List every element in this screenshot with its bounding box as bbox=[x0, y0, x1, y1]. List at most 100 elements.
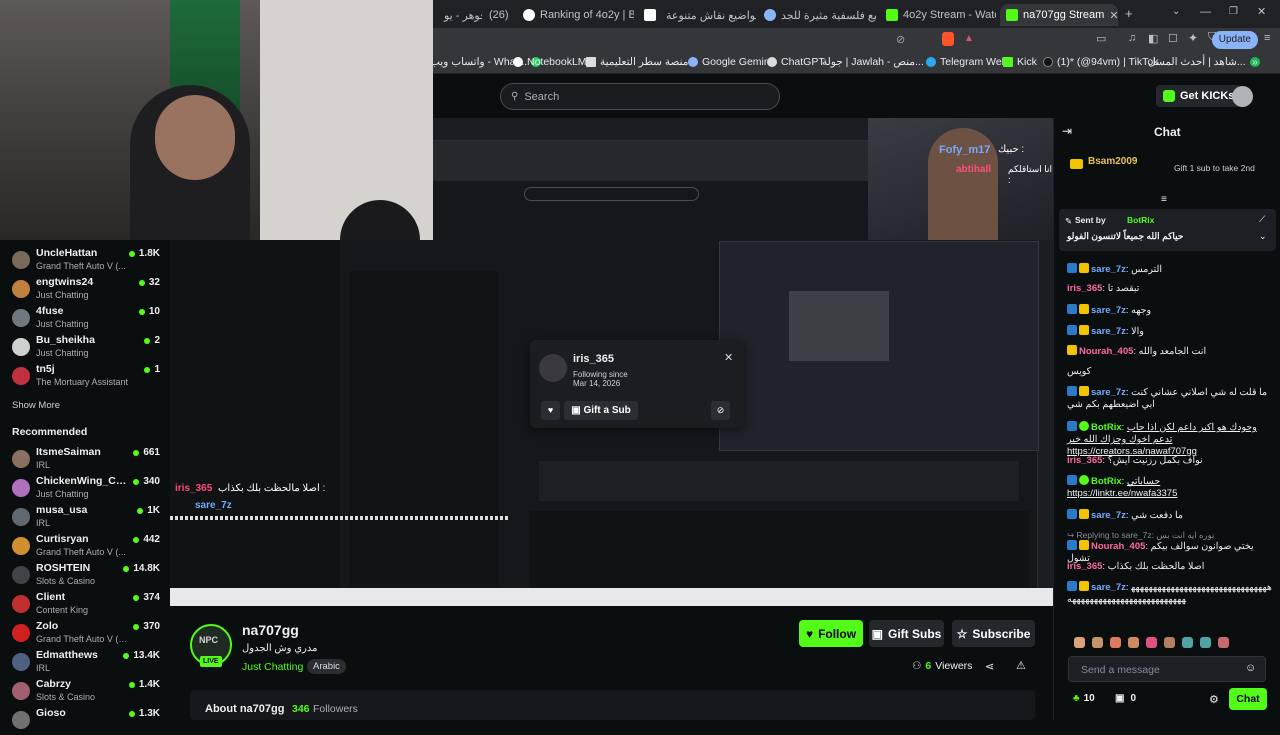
sidebar-channel[interactable]: UncleHattan Grand Theft Auto V (... 1.8K bbox=[12, 247, 164, 275]
emoji-icon[interactable]: ☺ bbox=[1245, 662, 1256, 674]
sidebar-channel[interactable]: Bu_sheikha Just Chatting 2 bbox=[12, 334, 164, 362]
minimize-icon[interactable]: — bbox=[1200, 6, 1211, 18]
close-tab-icon[interactable]: ✕ bbox=[1109, 9, 1118, 22]
heart-icon[interactable]: ♥ bbox=[541, 401, 560, 420]
category-link[interactable]: Just Chatting bbox=[242, 661, 303, 673]
brave-shield-icon[interactable] bbox=[942, 32, 954, 46]
bookmark-item[interactable]: جولة | Jawlah - منص... bbox=[822, 56, 924, 68]
browser-tab[interactable]: مواضيع فلسفية مثيرة للجد... bbox=[758, 4, 876, 26]
sidebar-channel[interactable]: 4fuse Just Chatting 10 bbox=[12, 305, 164, 333]
page-icon bbox=[586, 57, 596, 67]
update-button[interactable]: Update bbox=[1211, 31, 1258, 49]
viewers-icon: ⚇ bbox=[912, 660, 922, 672]
bookmark-item[interactable]: Telegram Web bbox=[926, 56, 1008, 68]
botrix-favicon-icon bbox=[523, 9, 535, 21]
close-window-icon[interactable]: ✕ bbox=[1257, 5, 1266, 18]
sidebar-channel[interactable]: Gioso 1.3K bbox=[12, 707, 164, 735]
chat-send-button[interactable]: Chat bbox=[1229, 688, 1267, 710]
mute-user-icon[interactable]: ⊘ bbox=[711, 401, 730, 420]
bookmark-icon[interactable]: ☐ bbox=[1168, 32, 1178, 45]
emote-icon[interactable] bbox=[1074, 637, 1085, 648]
sidebar-channel[interactable]: musa_usa IRL 1K bbox=[12, 504, 164, 532]
subscribe-button[interactable]: ☆ Subscribe bbox=[952, 620, 1035, 647]
bookmark-item[interactable]: شاهد | أحدث المسل... bbox=[1148, 56, 1260, 68]
crown-badge-icon bbox=[1079, 509, 1089, 519]
sidebar-channel[interactable]: engtwins24 Just Chatting 32 bbox=[12, 276, 164, 304]
live-dot-icon bbox=[133, 478, 140, 485]
chat-message: sare_7z: والا bbox=[1067, 325, 1272, 338]
bookmark-item[interactable]: NotebookLM bbox=[513, 56, 587, 68]
emote-icon[interactable] bbox=[1182, 637, 1193, 648]
gift-icon: ▣ bbox=[571, 405, 584, 416]
more-bookmarks-icon[interactable]: » bbox=[1252, 56, 1258, 68]
media-icon[interactable]: ▭ bbox=[1096, 32, 1106, 45]
tag-chip[interactable]: Arabic bbox=[307, 659, 346, 674]
chat-settings-icon[interactable]: ⚙ bbox=[1209, 693, 1219, 706]
sidebar-channel[interactable]: ChickenWing_Can... Just Chatting 340 bbox=[12, 475, 164, 503]
emote-icon[interactable] bbox=[1164, 637, 1175, 648]
browser-tab[interactable]: (26) bbox=[483, 4, 515, 26]
sidebar-channel[interactable]: Zolo Grand Theft Auto V (G... 370 bbox=[12, 620, 164, 648]
emote-icon[interactable] bbox=[1200, 637, 1211, 648]
gift-subs-button[interactable]: ▣ Gift Subs bbox=[869, 620, 944, 647]
bookmark-item[interactable]: ChatGPT bbox=[767, 56, 825, 68]
browser-tab[interactable]: عبادي الجوهر - يو... bbox=[438, 4, 482, 26]
gift-a-sub-button[interactable]: ▣ Gift a Sub bbox=[564, 401, 638, 420]
tab-search-icon[interactable]: ⌄ bbox=[1172, 6, 1180, 17]
unpin-icon[interactable]: ⟋ bbox=[1259, 214, 1265, 225]
browser-tab[interactable]: 4o2y Stream - Watch Live bbox=[880, 4, 996, 26]
sub-badge-icon bbox=[1067, 509, 1077, 519]
chat-message: sare_7z: وجهه bbox=[1067, 304, 1272, 317]
browser-tab-active[interactable]: na707gg Stream ✕ bbox=[1000, 4, 1118, 26]
ai-sparkle-icon[interactable]: ✦ bbox=[1188, 31, 1198, 45]
user-avatar[interactable] bbox=[1232, 86, 1253, 107]
live-dot-icon bbox=[138, 279, 145, 286]
gift-balance[interactable]: ▣ 0 bbox=[1115, 693, 1136, 704]
sidebar-channel[interactable]: Edmatthews IRL 13.4K bbox=[12, 649, 164, 677]
close-icon[interactable]: ✕ bbox=[724, 351, 733, 364]
report-icon[interactable]: ⚠ bbox=[1016, 659, 1026, 672]
kicks-balance[interactable]: ♣ 10 bbox=[1073, 693, 1095, 704]
menu-icon[interactable]: ≡ bbox=[1264, 32, 1270, 44]
kick-favicon-icon bbox=[886, 9, 898, 21]
sidebar-channel[interactable]: ItsmeSaiman IRL 661 bbox=[12, 446, 164, 474]
get-kicks-button[interactable]: Get KICKs bbox=[1156, 85, 1242, 107]
sidebar-channel[interactable]: tn5j The Mortuary Assistant 1 bbox=[12, 363, 164, 391]
emote-icon[interactable] bbox=[1110, 637, 1121, 648]
search-input[interactable]: ⚲ Search bbox=[500, 83, 780, 110]
telegram-icon bbox=[926, 57, 936, 67]
bookmark-item[interactable]: (1)* (@94vm) | TikTok bbox=[1043, 56, 1158, 68]
new-tab-icon[interactable]: + bbox=[1125, 6, 1133, 21]
browser-tab[interactable]: مواضيع نقاش متنوعة bbox=[660, 4, 756, 26]
sidebar-channel[interactable]: Client Content King 374 bbox=[12, 591, 164, 619]
maximize-icon[interactable]: ❐ bbox=[1229, 6, 1238, 17]
browser-tab[interactable] bbox=[638, 4, 658, 26]
bookmark-item[interactable]: Google Gemini bbox=[688, 56, 772, 68]
emote-icon[interactable] bbox=[1146, 637, 1157, 648]
share-icon[interactable]: ⋖ bbox=[985, 660, 994, 673]
bookmark-item[interactable]: منصة سطر التعليمية... bbox=[586, 56, 697, 68]
sidebar-channel[interactable]: ROSHTEIN Slots & Casino 14.8K bbox=[12, 562, 164, 590]
sidebar-channel[interactable]: Cabrzy Slots & Casino 1.4K bbox=[12, 678, 164, 706]
brave-rewards-icon[interactable]: ▲ bbox=[964, 33, 974, 44]
emote-icon[interactable] bbox=[1218, 637, 1229, 648]
collapse-chat-icon[interactable]: ⇥ bbox=[1062, 124, 1072, 138]
emote-icon[interactable] bbox=[1128, 637, 1139, 648]
scroll-handle-icon[interactable]: ≡ bbox=[1161, 194, 1167, 205]
emote-icon[interactable] bbox=[1092, 637, 1103, 648]
browser-tab[interactable]: Ranking of 4o2y | BotRix bbox=[517, 4, 634, 26]
bookmark-item[interactable]: Kick bbox=[1003, 56, 1037, 68]
channel-name[interactable]: na707gg bbox=[242, 622, 299, 638]
chevron-down-icon[interactable]: ⌄ bbox=[1259, 231, 1267, 242]
follow-button[interactable]: ♥ Follow bbox=[799, 620, 863, 647]
chat-message: sare_7z: الترمس bbox=[1067, 263, 1272, 276]
sidebar-icon[interactable]: ◧ bbox=[1148, 32, 1158, 45]
chat-message: كويس bbox=[1067, 366, 1092, 377]
emote-bar[interactable] bbox=[1074, 635, 1279, 649]
channel-avatar bbox=[12, 711, 30, 729]
music-icon[interactable]: ♫ bbox=[1128, 32, 1136, 44]
sidebar-channel[interactable]: Curtisryan Grand Theft Auto V (... 442 bbox=[12, 533, 164, 561]
show-more-link[interactable]: Show More bbox=[12, 400, 60, 411]
mute-icon[interactable]: ⊘ bbox=[896, 33, 905, 46]
chat-input[interactable]: Send a message ☺ bbox=[1068, 656, 1266, 682]
